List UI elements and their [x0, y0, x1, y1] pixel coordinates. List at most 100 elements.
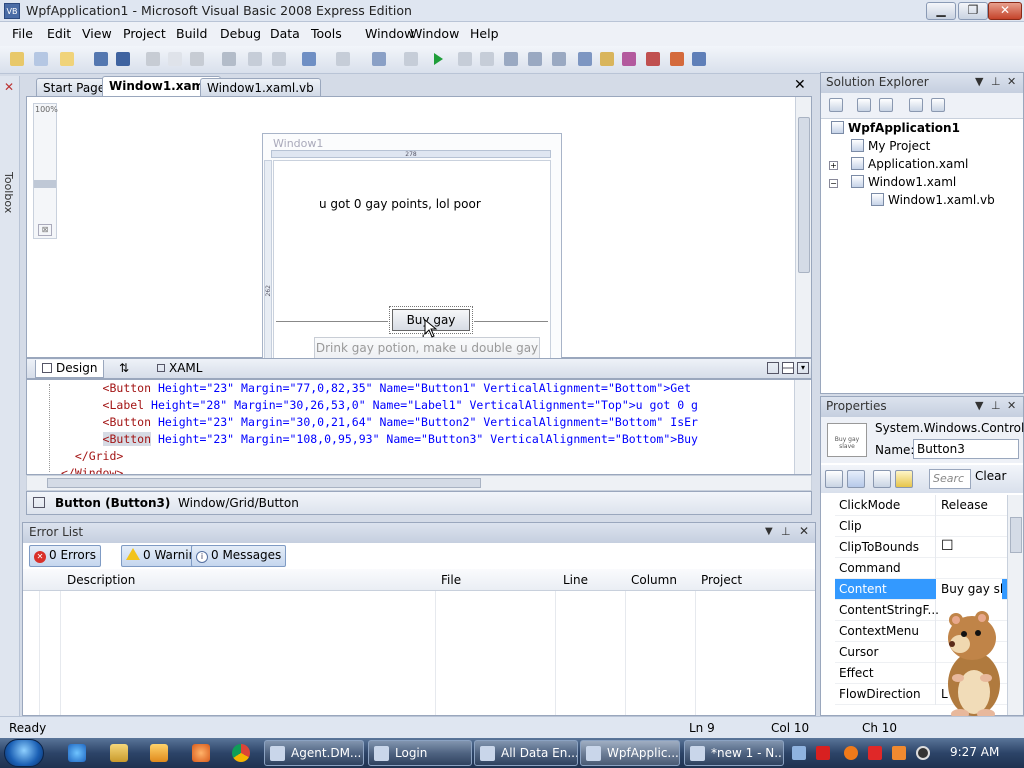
property-value[interactable]: Release: [941, 498, 1007, 512]
taskbar-item-all-data[interactable]: All Data En...: [474, 740, 578, 766]
menu-help[interactable]: Help: [470, 26, 499, 41]
object-browser-icon[interactable]: [622, 52, 636, 66]
vertical-split-icon[interactable]: [767, 362, 779, 374]
toolbox-pin-icon[interactable]: ✕: [4, 80, 14, 94]
horizontal-split-icon[interactable]: [782, 362, 794, 374]
code-line[interactable]: <Button Height="23" Margin="30,0,21,64" …: [61, 415, 698, 429]
zoom-thumb[interactable]: [34, 180, 56, 188]
tray-network-icon[interactable]: [792, 746, 806, 760]
properties-tab-icon[interactable]: [873, 470, 891, 488]
tray-antivirus-icon[interactable]: [816, 746, 830, 760]
clear-search-button[interactable]: Clear: [975, 469, 1006, 483]
xaml-hscroll-thumb[interactable]: [47, 478, 481, 488]
tree-item-application-xaml[interactable]: Application.xaml: [851, 157, 968, 171]
error-list-icon[interactable]: [692, 52, 706, 66]
start-button[interactable]: [4, 739, 44, 767]
find-icon[interactable]: [222, 52, 236, 66]
menu-format[interactable]: Tools: [311, 26, 342, 41]
view-code-icon[interactable]: [909, 98, 923, 112]
close-pane-icon[interactable]: ✕: [799, 524, 809, 538]
uncomment-icon[interactable]: [272, 52, 286, 66]
col-line[interactable]: Line: [563, 573, 588, 587]
pause-icon[interactable]: [458, 52, 472, 66]
pin-icon[interactable]: ⊥: [991, 399, 1001, 412]
code-line[interactable]: <Label Height="28" Margin="30,26,53,0" N…: [61, 398, 698, 412]
hamster-assistant-icon[interactable]: [938, 608, 1008, 720]
col-column[interactable]: Column: [631, 573, 677, 587]
firefox-icon[interactable]: [192, 744, 210, 762]
collapse-icon[interactable]: −: [829, 179, 838, 188]
tray-flag-icon[interactable]: [868, 746, 882, 760]
wpf-designer[interactable]: 100% ⊠ Window1 278 262 u got 0 gay point…: [26, 96, 812, 359]
refresh-icon[interactable]: [879, 98, 893, 112]
menu-edit[interactable]: Edit: [47, 26, 71, 41]
code-line[interactable]: </Window>: [61, 466, 123, 474]
paste-icon[interactable]: [190, 52, 204, 66]
start-page-icon[interactable]: [670, 52, 684, 66]
menu-tools[interactable]: Window: [365, 26, 414, 41]
expand-icon[interactable]: +: [829, 161, 838, 170]
cut-icon[interactable]: [146, 52, 160, 66]
sort-alphabetical-icon[interactable]: [847, 470, 865, 488]
add-item-icon[interactable]: [34, 52, 48, 66]
code-line[interactable]: </Grid>: [61, 449, 123, 463]
designer-vertical-scrollbar[interactable]: [795, 97, 811, 357]
comment-icon[interactable]: [248, 52, 262, 66]
col-file[interactable]: File: [441, 573, 461, 587]
view-designer-icon[interactable]: [931, 98, 945, 112]
vb-app-icon[interactable]: VB: [4, 3, 20, 19]
label1[interactable]: u got 0 gay points, lol poor: [319, 197, 481, 211]
maximize-button[interactable]: ❐: [958, 2, 988, 20]
taskbar-item-login[interactable]: Login: [368, 740, 472, 766]
swap-panes-button[interactable]: ⇅: [113, 360, 135, 378]
stop-icon[interactable]: [480, 52, 494, 66]
start-debugging-icon[interactable]: [434, 53, 443, 65]
step-into-icon[interactable]: [504, 52, 518, 66]
save-all-icon[interactable]: [116, 52, 130, 66]
tree-item-my-project[interactable]: My Project: [851, 139, 930, 153]
undo-icon[interactable]: [302, 52, 316, 66]
explorer-folder-icon[interactable]: [110, 744, 128, 762]
tree-item-solution[interactable]: WpfApplication1: [831, 121, 960, 135]
code-line[interactable]: <Button Height="23" Margin="77,0,82,35" …: [61, 381, 692, 395]
dropdown-icon[interactable]: ▼: [975, 399, 983, 412]
property-row-selected[interactable]: Content Buy gay slav: [835, 579, 1007, 600]
tray-volume-icon[interactable]: [916, 746, 930, 760]
step-over-icon[interactable]: [528, 52, 542, 66]
xaml-editor[interactable]: <Button Height="23" Margin="77,0,82,35" …: [26, 379, 812, 475]
taskbar-item-agent[interactable]: Agent.DM...: [264, 740, 364, 766]
toolbox-tab[interactable]: Toolbox: [2, 172, 15, 213]
col-description[interactable]: Description: [67, 573, 135, 587]
xaml-vertical-scrollbar[interactable]: [794, 380, 810, 474]
clock[interactable]: 9:27 AM: [950, 745, 999, 759]
pin-icon[interactable]: ⊥: [781, 525, 791, 538]
tree-item-window1-xaml-vb[interactable]: Window1.xaml.vb: [871, 193, 995, 207]
tree-item-window1-xaml[interactable]: Window1.xaml: [851, 175, 956, 189]
breadcrumb-path[interactable]: Button (Button3) Window/Grid/Button: [55, 496, 299, 510]
property-search-input[interactable]: Searc: [929, 469, 971, 489]
save-icon[interactable]: [94, 52, 108, 66]
window-grid[interactable]: u got 0 gay points, lol poor Buy gay sla…: [273, 160, 551, 358]
tab-start-page[interactable]: Start Page: [36, 78, 113, 96]
new-project-icon[interactable]: [10, 52, 24, 66]
property-row[interactable]: ClipToBounds ☐: [835, 537, 1007, 558]
button2[interactable]: Drink gay potion, make u double gay: [314, 337, 540, 358]
minimize-button[interactable]: ▁: [926, 2, 956, 20]
close-document-icon[interactable]: ✕: [794, 77, 806, 93]
show-all-files-icon[interactable]: [857, 98, 871, 112]
menu-build[interactable]: Build: [176, 26, 207, 41]
copy-icon[interactable]: [168, 52, 182, 66]
solution-explorer-icon[interactable]: [578, 52, 592, 66]
step-out-icon[interactable]: [552, 52, 566, 66]
taskbar-item-notepad[interactable]: *new 1 - N...: [684, 740, 784, 766]
errors-filter-button[interactable]: ✕ 0 Errors: [29, 545, 101, 567]
chrome-icon[interactable]: [232, 744, 250, 762]
dropdown-icon[interactable]: ▼: [975, 75, 983, 88]
zoom-slider[interactable]: 100% ⊠: [33, 103, 58, 239]
close-pane-icon[interactable]: ✕: [1007, 399, 1016, 412]
redo-icon[interactable]: [336, 52, 350, 66]
menu-project[interactable]: Project: [123, 26, 166, 41]
navigate-forward-icon[interactable]: [404, 52, 418, 66]
events-lightning-icon[interactable]: [895, 470, 913, 488]
tab-window1-xaml-vb[interactable]: Window1.xaml.vb: [200, 78, 321, 96]
